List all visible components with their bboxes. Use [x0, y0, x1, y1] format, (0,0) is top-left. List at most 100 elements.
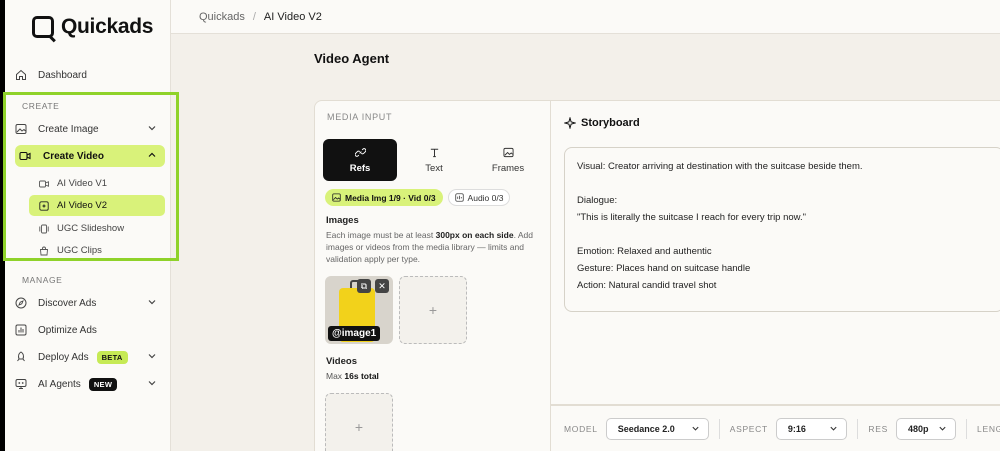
sidebar-subitem-ugc-clips[interactable]: UGC Clips — [29, 240, 165, 261]
audio-count-chip[interactable]: Audio 0/3 — [447, 189, 511, 206]
generation-controls: MODEL Seedance 2.0 ASPECT 9:16 RES 480p … — [551, 405, 1000, 451]
sidebar-subitem-label: UGC Clips — [57, 245, 102, 256]
images-help-text: Each image must be at least 300px on eac… — [326, 229, 548, 265]
videos-limit: Max 16s total — [326, 371, 379, 381]
text-icon — [430, 148, 438, 157]
image-icon — [332, 193, 341, 202]
aspect-label: ASPECT — [729, 423, 768, 434]
slideshow-icon — [39, 224, 49, 234]
copy-icon[interactable]: ⧉ — [357, 279, 371, 293]
storyboard-dialogue-label: Dialogue: — [577, 195, 618, 206]
compass-icon — [15, 297, 27, 309]
add-video-button[interactable]: + — [325, 393, 393, 451]
sidebar-item-dashboard[interactable]: Dashboard — [15, 64, 165, 86]
chevron-down-icon[interactable] — [147, 378, 157, 388]
storyboard-panel: Storyboard Visual: Creator arriving at d… — [551, 100, 1000, 405]
divider — [718, 418, 720, 439]
logo[interactable]: Quickads — [32, 15, 153, 39]
media-tabs: Refs Text Frames — [323, 139, 545, 181]
image-tag: @image1 — [328, 326, 381, 341]
video-icon — [39, 179, 49, 189]
videos-heading: Videos — [326, 356, 357, 367]
video-icon — [19, 150, 31, 162]
help-text-part: Each image must be at least — [326, 230, 436, 240]
sidebar-subitem-label: UGC Slideshow — [57, 223, 125, 234]
sidebar-subitem-label: AI Video V2 — [57, 200, 108, 211]
audio-icon — [454, 193, 464, 202]
sidebar-item-label: Dashboard — [38, 69, 87, 81]
res-value: 480p — [908, 423, 929, 434]
media-input-panel: MEDIA INPUT Refs Text Frames Media Img 1… — [314, 100, 551, 451]
breadcrumb: Quickads / AI Video V2 — [171, 0, 1000, 34]
sidebar-item-discover-ads[interactable]: Discover Ads — [15, 292, 165, 314]
tab-label: Frames — [491, 162, 525, 174]
breadcrumb-current: AI Video V2 — [263, 10, 322, 23]
section-label-manage: MANAGE — [22, 275, 63, 285]
aspect-select[interactable]: 9:16 — [775, 417, 848, 440]
storyboard-gesture: Gesture: Places hand on suitcase handle — [577, 263, 751, 274]
chevron-down-icon[interactable] — [147, 297, 157, 307]
bag-icon — [39, 246, 49, 256]
storyboard-emotion: Emotion: Relaxed and authentic — [577, 246, 712, 257]
section-label-create: CREATE — [22, 101, 60, 111]
help-text-bold: 300px on each side — [435, 230, 514, 240]
tab-text[interactable]: Text — [397, 139, 471, 181]
media-input-label: MEDIA INPUT — [327, 112, 393, 122]
chevron-down-icon[interactable] — [147, 351, 157, 361]
frames-icon — [502, 147, 514, 157]
sidebar-item-label: Deploy Ads — [38, 351, 89, 363]
chip-label: Audio 0/3 — [467, 192, 504, 203]
storyboard-title-text: Storyboard — [581, 117, 640, 129]
res-label: RES — [868, 423, 888, 434]
storyboard-text[interactable]: Visual: Creator arriving at destination … — [564, 147, 1000, 312]
divider — [857, 418, 859, 439]
sidebar-item-deploy-ads[interactable]: Deploy Ads BETA — [15, 346, 165, 368]
sidebar-item-optimize-ads[interactable]: Optimize Ads — [15, 319, 165, 341]
sidebar-item-label: Optimize Ads — [38, 324, 97, 336]
tab-frames[interactable]: Frames — [471, 139, 545, 181]
videos-limit-text: Max — [326, 371, 345, 381]
tab-label: Text — [425, 162, 443, 174]
chevron-down-icon[interactable] — [147, 123, 157, 133]
rocket-icon — [15, 351, 27, 363]
chip-label: Media Img 1/9 · Vid 0/3 — [345, 192, 436, 203]
logo-text: Quickads — [61, 15, 154, 38]
chevron-up-icon[interactable] — [147, 150, 157, 160]
sidebar-item-ai-agents[interactable]: AI Agents NEW — [15, 373, 165, 395]
page-title: Video Agent — [314, 51, 390, 66]
beta-badge: BETA — [96, 350, 128, 364]
media-count-chip[interactable]: Media Img 1/9 · Vid 0/3 — [325, 189, 443, 206]
aspect-value: 9:16 — [787, 423, 806, 434]
sidebar-item-create-video[interactable]: Create Video — [15, 145, 165, 167]
storyboard-dialogue: "This is literally the suitcase I reach … — [577, 212, 807, 223]
sidebar-subitem-ai-video-v1[interactable]: AI Video V1 — [29, 173, 165, 194]
breadcrumb-root[interactable]: Quickads — [199, 11, 245, 23]
breadcrumb-separator: / — [252, 10, 256, 23]
divider — [966, 418, 968, 439]
sidebar-item-label: AI Agents — [38, 378, 81, 390]
model-select[interactable]: Seedance 2.0 — [605, 417, 709, 440]
add-image-button[interactable]: + — [399, 276, 467, 344]
storyboard-visual: Visual: Creator arriving at destination … — [577, 161, 863, 172]
media-chips: Media Img 1/9 · Vid 0/3 Audio 0/3 — [325, 189, 511, 206]
sidebar-subitem-ai-video-v2[interactable]: AI Video V2 — [29, 195, 165, 216]
sidebar-subitem-label: AI Video V1 — [57, 178, 108, 189]
res-select[interactable]: 480p — [896, 417, 957, 440]
sidebar-subitem-ugc-slideshow[interactable]: UGC Slideshow — [29, 218, 165, 239]
storyboard-action: Action: Natural candid travel shot — [577, 280, 717, 291]
videos-limit-bold: 16s total — [344, 371, 379, 381]
sidebar: Quickads Dashboard CREATE Create Image C… — [5, 0, 171, 451]
images-heading: Images — [326, 215, 359, 226]
sidebar-item-label: Create Video — [43, 150, 104, 162]
sidebar-item-label: Create Image — [38, 123, 99, 135]
agents-icon — [15, 378, 27, 390]
tab-label: Refs — [349, 162, 371, 174]
image-thumbnail[interactable]: ⧉ ✕ @image1 — [325, 276, 393, 344]
close-icon[interactable]: ✕ — [375, 279, 389, 293]
sidebar-item-label: Discover Ads — [38, 297, 97, 309]
tab-refs[interactable]: Refs — [323, 139, 397, 181]
bar-chart-icon — [15, 324, 27, 336]
sidebar-item-create-image[interactable]: Create Image — [15, 118, 165, 140]
logo-icon — [32, 16, 54, 38]
home-icon — [15, 69, 27, 81]
